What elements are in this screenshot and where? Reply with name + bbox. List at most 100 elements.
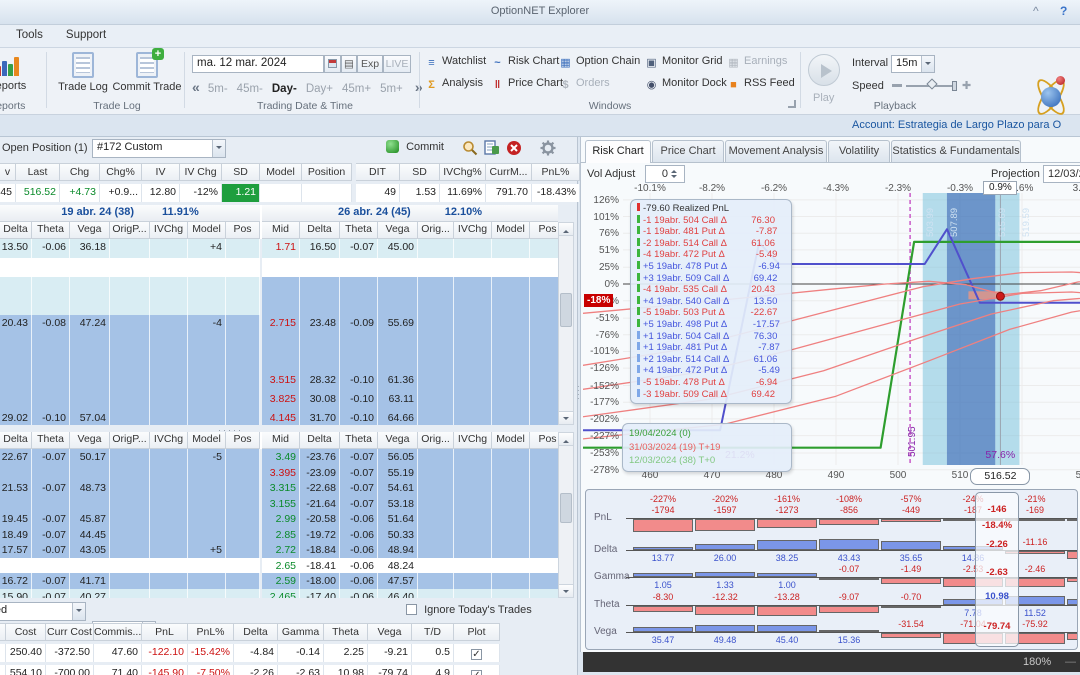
tab-volatility[interactable]: Volatility bbox=[828, 140, 890, 162]
chain-row[interactable]: 2.65 -18.41 -0.06 48.24 bbox=[0, 557, 558, 573]
vol-adjust-spinner[interactable]: 0 bbox=[645, 165, 685, 183]
live-button[interactable]: LIVE bbox=[383, 55, 411, 73]
summary-col-header[interactable]: Position bbox=[302, 163, 352, 181]
time-button[interactable]: ▤ bbox=[341, 55, 357, 73]
trade-col-header[interactable]: Theta bbox=[324, 623, 368, 641]
date-step-5mplus[interactable]: 5m+ bbox=[380, 83, 403, 95]
chain-col-header[interactable]: Delta bbox=[300, 432, 340, 449]
chain-col-header[interactable]: Pos bbox=[226, 432, 260, 449]
chain-row[interactable]: 19.45 -0.07 45.87 2.99 -20.58 -0.06 51.64 bbox=[0, 511, 558, 527]
chain-col-header[interactable]: Model bbox=[188, 432, 226, 449]
summary-col-header[interactable]: CurrM... bbox=[486, 163, 532, 181]
menu-tools[interactable]: Tools bbox=[6, 25, 53, 41]
orders-button[interactable]: $ Orders bbox=[559, 77, 645, 92]
summary-col-header[interactable]: DIT bbox=[356, 163, 400, 181]
speed-plus-icon[interactable]: ✚ bbox=[962, 79, 971, 92]
date-step-5mminus[interactable]: 5m- bbox=[208, 83, 228, 95]
spinner-down-icon[interactable] bbox=[671, 175, 677, 181]
commit-button[interactable]: Commit bbox=[386, 140, 444, 153]
reports-button[interactable]: Reports bbox=[0, 52, 38, 92]
chain-col-header[interactable]: Delta bbox=[300, 222, 340, 239]
date-step-Dayplus[interactable]: Day+ bbox=[306, 83, 333, 95]
exp-button[interactable]: Exp bbox=[357, 55, 383, 73]
option-chain-button[interactable]: ▦ Option Chain bbox=[559, 55, 645, 70]
monitor-dock-button[interactable]: ◉ Monitor Dock bbox=[645, 77, 727, 92]
summary-col-header[interactable]: Chg bbox=[60, 163, 100, 181]
chain-col-header[interactable]: Model bbox=[492, 222, 530, 239]
chain-col-header[interactable]: Delta bbox=[0, 222, 32, 239]
help-icon[interactable]: ? bbox=[1060, 4, 1067, 18]
summary-col-header[interactable]: Chg% bbox=[100, 163, 142, 181]
chain-col-header[interactable]: Vega bbox=[70, 432, 110, 449]
tab-price-chart[interactable]: Price Chart bbox=[652, 140, 724, 162]
trade-row[interactable]: 250.40 -372.50 47.60 -122.10 -15.42% -4.84 -0.… bbox=[0, 644, 500, 665]
trade-col-header[interactable]: T/D bbox=[412, 623, 454, 641]
chain-row[interactable]: 3.155 -21.64 -0.07 53.18 bbox=[0, 495, 558, 511]
windows-dialog-launcher-icon[interactable] bbox=[788, 100, 796, 108]
chain-row[interactable]: 20.43 -0.08 47.24 -4 2.715 23.48 -0.09 55.69 bbox=[0, 315, 558, 334]
chain-col-header[interactable]: Theta bbox=[32, 222, 70, 239]
trade-col-header[interactable]: Gamma bbox=[278, 623, 324, 641]
chain-col-header[interactable]: Mid bbox=[262, 222, 300, 239]
chain-col-header[interactable]: IVChg bbox=[150, 222, 188, 239]
chain-col-header[interactable]: Vega bbox=[70, 222, 110, 239]
trade-col-header[interactable]: Vega bbox=[368, 623, 412, 641]
trade-col-header[interactable]: Plot bbox=[454, 623, 500, 641]
chain-row[interactable] bbox=[0, 353, 558, 372]
chain-row[interactable]: 29.02 -0.10 57.04 4.145 31.70 -0.10 64.66 bbox=[0, 410, 558, 425]
chain-col-header[interactable]: Delta bbox=[0, 432, 32, 449]
interval-select[interactable]: 15m bbox=[891, 55, 935, 73]
trading-date-input[interactable]: ma. 12 mar. 2024 bbox=[192, 55, 324, 73]
risk-chart[interactable]: 126%101%76%51%25%0%-25%-51%-76%-101%-126… bbox=[583, 181, 1080, 487]
chain-col-header[interactable]: Model bbox=[188, 222, 226, 239]
chain-row[interactable]: 21.53 -0.07 48.73 3.315 -22.68 -0.07 54.61 bbox=[0, 480, 558, 496]
chain-col-header[interactable]: Vega bbox=[378, 222, 418, 239]
date-step-Dayminus[interactable]: Day- bbox=[272, 83, 297, 95]
trade-col-header[interactable]: Curr Cost bbox=[46, 623, 94, 641]
trade-col-header[interactable]: Commis... bbox=[94, 623, 142, 641]
risk-chart-button[interactable]: ~ Risk Chart bbox=[491, 55, 559, 70]
trade-col-header[interactable]: Cost bbox=[6, 623, 46, 641]
price-chart-button[interactable]: ‖ Price Chart bbox=[491, 77, 563, 92]
lower-chain-scrollbar[interactable] bbox=[558, 432, 574, 598]
gear-icon[interactable] bbox=[540, 140, 556, 156]
chain-col-header[interactable]: Theta bbox=[340, 222, 378, 239]
trade-log-button[interactable]: Trade Log bbox=[52, 52, 114, 93]
summary-col-header[interactable]: SD bbox=[222, 163, 260, 181]
summary-col-header[interactable]: Last bbox=[16, 163, 60, 181]
watchlist-button[interactable]: ≡ Watchlist bbox=[425, 55, 491, 70]
chain-col-header[interactable]: Orig... bbox=[418, 432, 454, 449]
tab-movement-analysis[interactable]: Movement Analysis bbox=[725, 140, 827, 162]
trade-col-header[interactable]: PnL bbox=[142, 623, 188, 641]
close-position-icon[interactable] bbox=[506, 140, 522, 156]
chain-col-header[interactable]: Pos bbox=[530, 222, 558, 239]
chain-col-header[interactable]: Model bbox=[492, 432, 530, 449]
ignore-todays-trades[interactable]: Ignore Today's Trades bbox=[406, 604, 532, 616]
calendar-button[interactable] bbox=[324, 55, 341, 73]
summary-col-header[interactable]: PnL% bbox=[532, 163, 580, 181]
summary-col-header[interactable]: Model bbox=[260, 163, 302, 181]
plot-checkbox[interactable]: ✓ bbox=[454, 644, 500, 662]
chain-col-header[interactable]: OrigP... bbox=[110, 222, 150, 239]
play-button[interactable] bbox=[808, 54, 840, 86]
chain-col-header[interactable]: Orig... bbox=[418, 222, 454, 239]
summary-col-header[interactable]: v bbox=[0, 163, 16, 181]
earnings-button[interactable]: ▦ Earnings bbox=[727, 55, 793, 70]
speed-end-handle[interactable] bbox=[952, 81, 957, 91]
projection-date-input[interactable]: 12/03/2024 bbox=[1043, 165, 1080, 183]
chain-col-header[interactable]: IVChg bbox=[150, 432, 188, 449]
summary-col-header[interactable]: IVChg% bbox=[440, 163, 486, 181]
export-grid-icon[interactable] bbox=[484, 140, 500, 156]
trade-col-header[interactable]: Delta bbox=[234, 623, 278, 641]
chain-row[interactable]: 17.57 -0.07 43.05 +5 2.72 -18.84 -0.06 48.94 bbox=[0, 542, 558, 558]
ribbon-collapse-icon[interactable]: ^ bbox=[1033, 4, 1039, 18]
tab-risk-chart[interactable]: Risk Chart bbox=[585, 140, 651, 163]
chain-row[interactable]: 22.67 -0.07 50.17 -5 3.49 -23.76 -0.07 56.05 bbox=[0, 449, 558, 465]
chain-col-header[interactable]: Pos bbox=[530, 432, 558, 449]
speed-slider-thumb[interactable] bbox=[926, 78, 938, 90]
chain-col-header[interactable]: Mid bbox=[262, 432, 300, 449]
ignore-trades-checkbox[interactable] bbox=[406, 604, 417, 615]
summary-col-header[interactable]: IV bbox=[142, 163, 180, 181]
chain-row[interactable]: 3.395 -23.09 -0.07 55.19 bbox=[0, 464, 558, 480]
chain-row[interactable]: 13.50 -0.06 36.18 +4 1.71 16.50 -0.07 45.00 bbox=[0, 239, 558, 258]
